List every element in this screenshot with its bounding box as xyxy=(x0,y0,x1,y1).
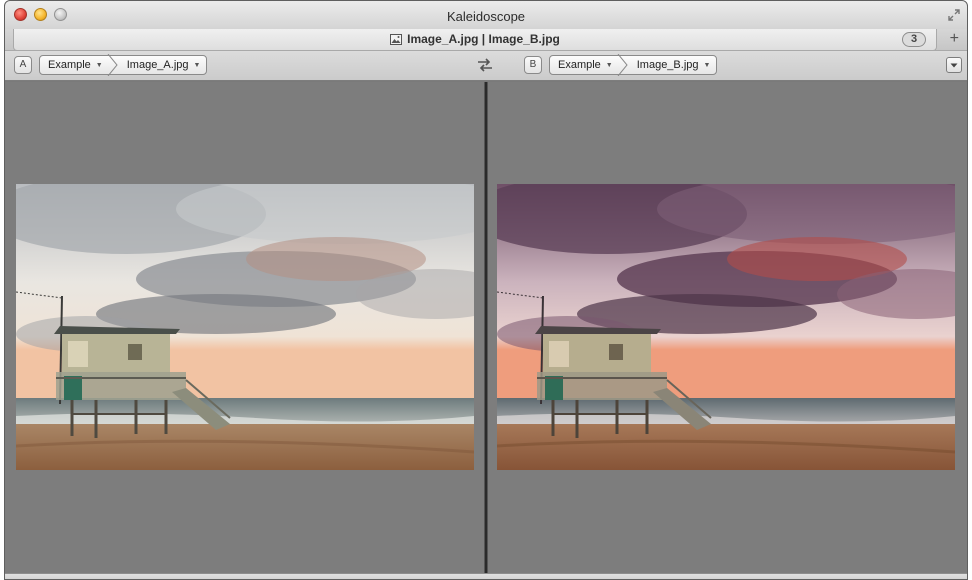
image-b xyxy=(497,184,955,470)
tab-comparison[interactable]: Image_A.jpg | Image_B.jpg 3 xyxy=(13,29,937,51)
add-tab-button[interactable]: + xyxy=(950,30,959,48)
image-pane-a[interactable] xyxy=(5,82,484,579)
chevron-down-icon: ▼ xyxy=(605,61,613,69)
bottom-bar xyxy=(5,573,967,579)
swap-arrows-icon[interactable] xyxy=(476,58,494,72)
view-options-button[interactable] xyxy=(946,57,962,73)
breadcrumb-folder-b[interactable]: Example ▼ xyxy=(550,56,619,74)
image-file-icon xyxy=(390,34,403,45)
toolbar: A Example ▼ Image_A.jpg ▼ B Example ▼ Im… xyxy=(5,51,967,81)
path-bar-b: Example ▼ Image_B.jpg ▼ xyxy=(549,54,718,76)
tab-title: Image_A.jpg | Image_B.jpg xyxy=(407,32,560,46)
side-a-label: A xyxy=(14,56,32,74)
chevron-down-icon: ▼ xyxy=(95,61,103,69)
path-bar-a: Example ▼ Image_A.jpg ▼ xyxy=(39,54,208,76)
change-count-badge: 3 xyxy=(902,32,926,47)
breadcrumb-separator xyxy=(617,54,629,76)
dropdown-menu-icon xyxy=(950,63,958,68)
image-pane-b[interactable] xyxy=(488,82,967,579)
title-bar[interactable]: Kaleidoscope xyxy=(5,1,967,29)
side-b-label: B xyxy=(524,56,542,74)
app-window: Kaleidoscope Image_A.jpg | Image_B.jpg 3… xyxy=(4,0,968,580)
image-a xyxy=(16,184,474,470)
breadcrumb-folder-a[interactable]: Example ▼ xyxy=(40,56,109,74)
chevron-down-icon: ▼ xyxy=(703,61,711,69)
breadcrumb-separator xyxy=(107,54,119,76)
breadcrumb-file-b[interactable]: Image_B.jpg ▼ xyxy=(629,56,717,74)
breadcrumb-file-a[interactable]: Image_A.jpg ▼ xyxy=(119,56,207,74)
fullscreen-icon[interactable] xyxy=(947,8,961,22)
chevron-down-icon: ▼ xyxy=(193,61,201,69)
tab-bar: Image_A.jpg | Image_B.jpg 3 + xyxy=(5,29,967,51)
window-title: Kaleidoscope xyxy=(446,9,526,24)
